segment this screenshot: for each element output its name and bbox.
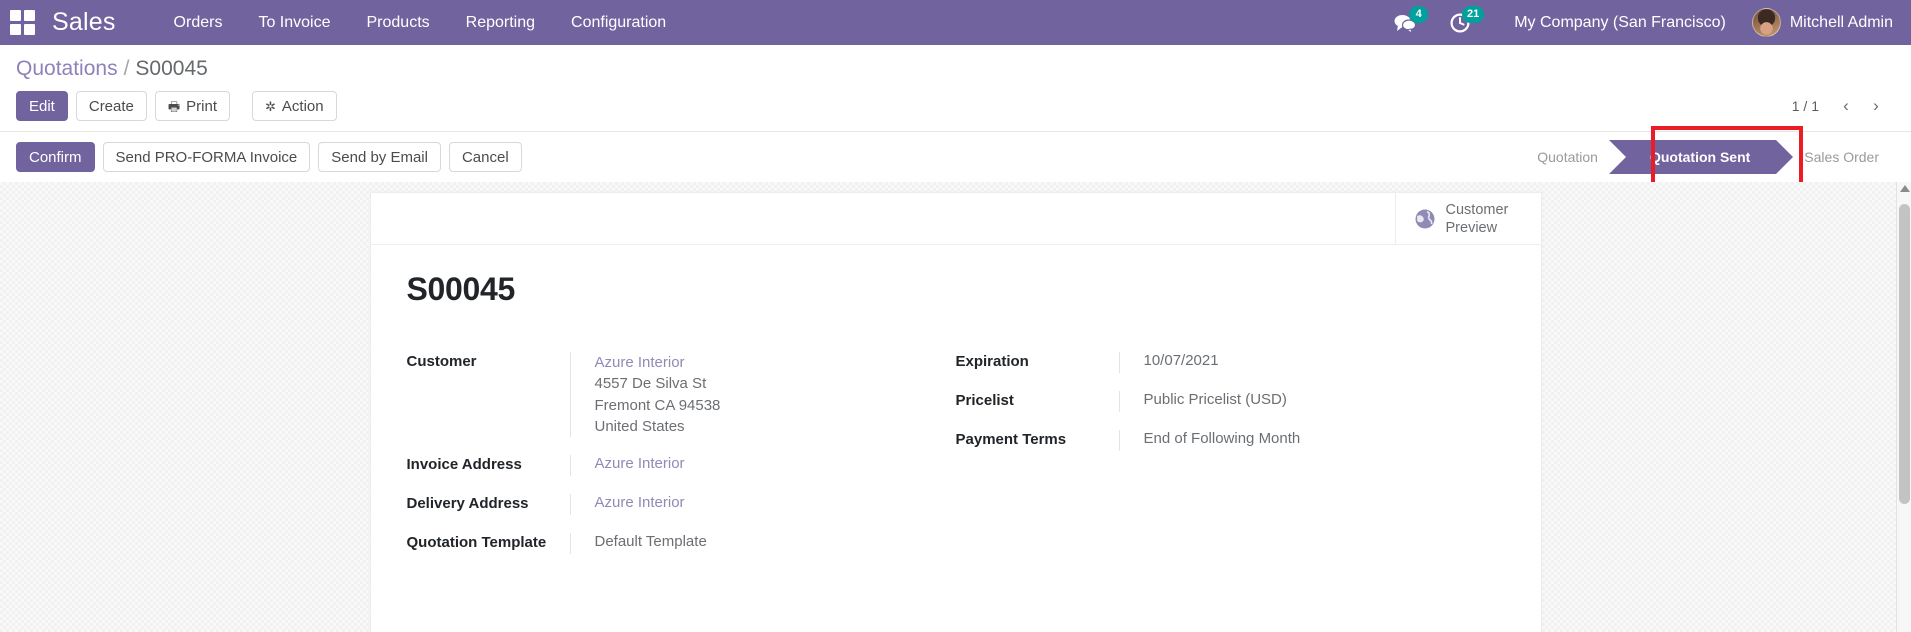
send-by-email-button[interactable]: Send by Email: [318, 142, 441, 172]
pager-value[interactable]: 1 / 1: [1782, 98, 1829, 114]
field-quotation-template-value[interactable]: Default Template: [569, 533, 956, 555]
print-button[interactable]: 🖶 Print: [154, 91, 231, 121]
avatar: [1751, 8, 1781, 37]
sheet-stat-buttons: Customer Preview: [370, 193, 1541, 245]
stage-sales-order[interactable]: Sales Order: [1790, 140, 1893, 174]
vertical-scrollbar[interactable]: [1896, 182, 1911, 632]
expiration-value: 10/07/2021: [1143, 352, 1219, 369]
sheet-body: S00045 Customer Azure Interior 4557 De S…: [371, 245, 1541, 582]
company-switcher[interactable]: My Company (San Francisco): [1514, 14, 1726, 32]
menu-configuration[interactable]: Configuration: [553, 0, 684, 45]
stage-quotation[interactable]: Quotation: [1523, 140, 1612, 174]
menu-products[interactable]: Products: [349, 0, 448, 45]
app-brand-sales[interactable]: Sales: [52, 8, 116, 37]
edit-button[interactable]: Edit: [16, 91, 68, 121]
field-delivery-address: Delivery Address Azure Interior: [406, 494, 956, 516]
field-payment-terms-value[interactable]: End of Following Month: [1118, 430, 1505, 451]
menu-orders[interactable]: Orders: [156, 0, 241, 45]
gear-icon: ✲: [265, 98, 276, 114]
customer-preview-line1: Customer: [1445, 201, 1509, 218]
field-expiration-label: Expiration: [955, 353, 1029, 370]
field-pricelist: Pricelist Public Pricelist (USD): [956, 391, 1505, 412]
apps-grid-icon[interactable]: [10, 9, 36, 36]
page-title: S00045: [406, 271, 516, 307]
top-navbar: Sales Orders To Invoice Products Reporti…: [0, 0, 1911, 45]
scroll-up-arrow-icon[interactable]: [1900, 185, 1910, 192]
field-invoice-address-value[interactable]: Azure Interior: [569, 455, 956, 477]
record-sheet: Customer Preview S00045 Customer Azure I…: [369, 192, 1542, 632]
messages-button[interactable]: 4: [1388, 5, 1429, 38]
action-button[interactable]: ✲ Action: [252, 91, 337, 121]
breadcrumb: Quotations / S00045: [0, 45, 1911, 85]
field-invoice-address-label: Invoice Address: [406, 456, 522, 474]
breadcrumb-quotations[interactable]: Quotations: [16, 57, 118, 81]
customer-preview-button[interactable]: Customer Preview: [1394, 193, 1541, 245]
field-pricelist-value[interactable]: Public Pricelist (USD): [1118, 391, 1505, 412]
form-grid: Customer Azure Interior 4557 De Silva St…: [407, 352, 1505, 572]
menu-to-invoice[interactable]: To Invoice: [240, 0, 348, 45]
field-customer: Customer Azure Interior 4557 De Silva St…: [406, 352, 956, 438]
create-button[interactable]: Create: [75, 91, 147, 121]
user-name-label: Mitchell Admin: [1789, 13, 1893, 31]
record-pager: 1 / 1 ‹ ›: [1782, 93, 1895, 119]
messages-count-badge: 4: [1409, 5, 1429, 23]
delivery-address-link[interactable]: Azure Interior: [595, 494, 956, 511]
field-customer-value[interactable]: Azure Interior 4557 De Silva St Fremont …: [569, 352, 956, 438]
form-column-right: Expiration 10/07/2021 Pricelist Public P…: [956, 352, 1505, 572]
globe-icon: [1415, 209, 1434, 229]
print-button-label: Print: [186, 97, 218, 115]
confirm-button[interactable]: Confirm: [16, 142, 95, 172]
field-quotation-template: Quotation Template Default Template: [406, 533, 956, 555]
control-panel: Quotations / S00045 Edit Create 🖶 Print …: [0, 45, 1911, 188]
field-quotation-template-label: Quotation Template: [406, 534, 547, 552]
customer-address-street: 4557 De Silva St: [594, 375, 707, 393]
field-expiration-value[interactable]: 10/07/2021: [1118, 352, 1505, 373]
breadcrumb-separator: /: [123, 57, 130, 80]
field-customer-label: Customer: [406, 353, 477, 370]
customer-link[interactable]: Azure Interior: [595, 352, 956, 373]
field-expiration: Expiration 10/07/2021: [956, 352, 1505, 373]
stage-pills: Quotation Quotation Sent Sales Order: [1523, 126, 1911, 188]
printer-icon: 🖶: [167, 98, 181, 114]
cancel-button[interactable]: Cancel: [448, 142, 522, 172]
breadcrumb-current-record: S00045: [135, 57, 208, 80]
payment-terms-value: End of Following Month: [1143, 430, 1301, 447]
user-menu[interactable]: Mitchell Admin: [1751, 8, 1893, 37]
chevron-right-icon[interactable]: ›: [1863, 93, 1889, 119]
customer-address-city: Fremont CA 94538: [594, 396, 721, 414]
field-payment-terms-label: Payment Terms: [955, 431, 1067, 448]
quotation-template-value: Default Template: [594, 533, 707, 551]
activities-button[interactable]: 21: [1444, 5, 1485, 38]
field-invoice-address: Invoice Address Azure Interior: [406, 455, 956, 477]
customer-address-country: United States: [594, 417, 685, 435]
menu-reporting[interactable]: Reporting: [448, 0, 553, 45]
field-pricelist-label: Pricelist: [955, 392, 1014, 409]
stage-quotation-sent[interactable]: Quotation Sent: [1608, 140, 1794, 174]
chevron-left-icon[interactable]: ‹: [1833, 93, 1859, 119]
form-content-area: Customer Preview S00045 Customer Azure I…: [0, 182, 1911, 632]
pricelist-value: Public Pricelist (USD): [1143, 391, 1287, 408]
field-payment-terms: Payment Terms End of Following Month: [956, 430, 1505, 451]
customer-preview-line2: Preview: [1445, 220, 1498, 236]
form-column-left: Customer Azure Interior 4557 De Silva St…: [407, 352, 956, 572]
scrollbar-thumb[interactable]: [1899, 204, 1910, 504]
status-action-buttons: Confirm Send PRO-FORMA Invoice Send by E…: [16, 142, 530, 172]
field-delivery-address-value[interactable]: Azure Interior: [569, 494, 956, 516]
record-toolbar: Edit Create 🖶 Print ✲ Action 1 / 1 ‹ ›: [0, 85, 1911, 131]
customer-preview-label: Customer Preview: [1446, 201, 1509, 237]
field-delivery-address-label: Delivery Address: [406, 495, 529, 513]
status-bar: Confirm Send PRO-FORMA Invoice Send by E…: [0, 126, 1911, 188]
invoice-address-link[interactable]: Azure Interior: [595, 455, 956, 472]
send-proforma-invoice-button[interactable]: Send PRO-FORMA Invoice: [102, 142, 311, 172]
action-button-label: Action: [281, 97, 324, 115]
activities-count-badge: 21: [1461, 5, 1485, 23]
